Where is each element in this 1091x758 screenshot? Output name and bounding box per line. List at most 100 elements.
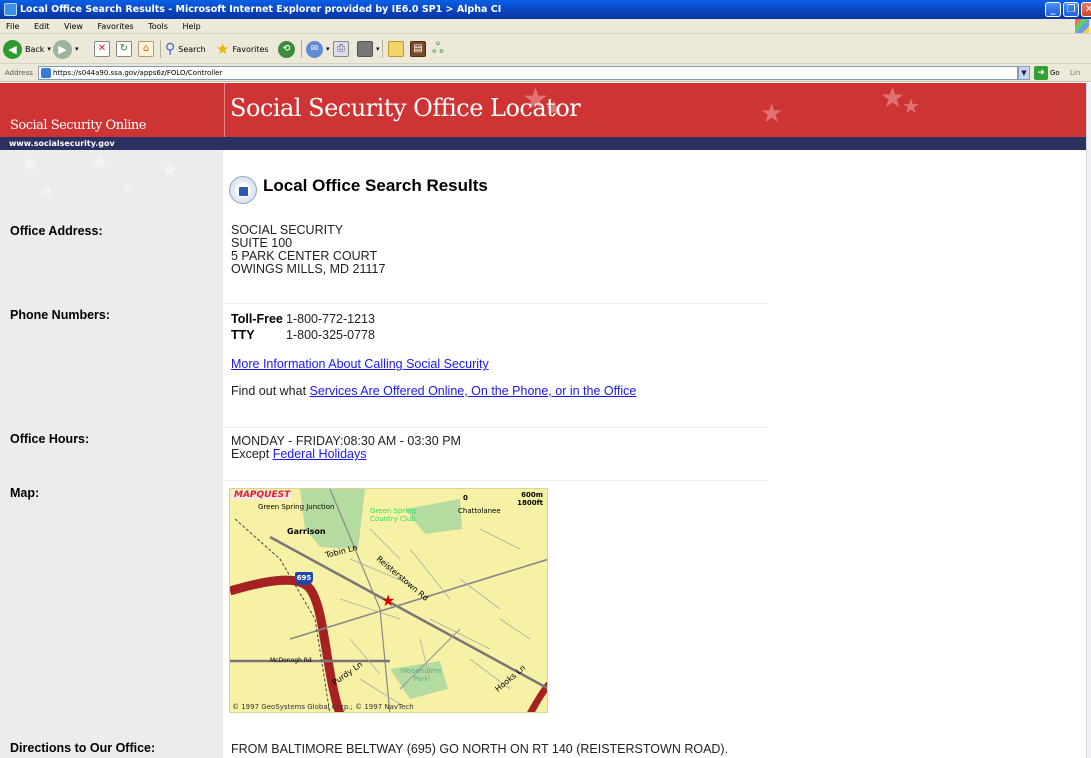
close-button[interactable]: ✕ [1081, 2, 1091, 17]
menu-tools[interactable]: Tools [148, 22, 168, 31]
federal-holidays-link[interactable]: Federal Holidays [273, 447, 367, 461]
office-hours-label: Office Hours: [10, 432, 90, 446]
address-label: Address [5, 69, 33, 77]
mail-dropdown-icon: ▾ [326, 45, 330, 53]
edit-icon [357, 41, 373, 57]
vertical-scrollbar[interactable] [1086, 83, 1091, 758]
history-button[interactable]: ⟲ [278, 39, 295, 59]
star-icon: ★ [20, 152, 40, 177]
office-address-label: Office Address: [10, 224, 103, 238]
home-icon: ⌂ [138, 41, 154, 57]
messenger-button[interactable]: ஃ [432, 39, 444, 59]
office-hours: MONDAY - FRIDAY:08:30 AM - 03:30 PM Exce… [231, 435, 461, 461]
star-icon: ★ [40, 181, 55, 200]
more-info-line: More Information About Calling Social Se… [231, 358, 636, 371]
star-icon: ★ [760, 99, 784, 129]
services-offered-link[interactable]: Services Are Offered Online, On the Phon… [310, 384, 637, 398]
page-banner-title: Social Security Office Locator [230, 94, 581, 122]
menu-help[interactable]: Help [182, 22, 200, 31]
mail-button[interactable]: ✉ ▾ [306, 39, 330, 59]
ie-icon [4, 3, 17, 16]
map-label-chattolanee: Chattolanee [458, 507, 501, 515]
toolbar-separator [382, 40, 383, 58]
minimize-button[interactable]: _ [1045, 2, 1061, 17]
map-scale: 600m 1800ft [517, 491, 543, 507]
messenger-icon: ஃ [432, 39, 444, 57]
map-scale-metric: 600m [521, 491, 543, 499]
row-divider [224, 303, 768, 304]
edit-dropdown-icon: ▾ [376, 45, 380, 53]
row-divider [224, 480, 768, 481]
map-label: Map: [10, 486, 40, 500]
back-dropdown-icon: ▾ [47, 45, 51, 53]
links-label[interactable]: Lin [1070, 64, 1080, 82]
search-label: Search [178, 44, 206, 54]
menu-view[interactable]: View [64, 22, 83, 31]
tty-row: TTY 1-800-325-0778 [231, 329, 636, 342]
office-location-star-icon: ★ [381, 591, 396, 610]
star-icon: ★ [160, 158, 180, 183]
window-title: Local Office Search Results - Microsoft … [20, 4, 502, 15]
go-label: Go [1050, 69, 1060, 77]
directions-text: FROM BALTIMORE BELTWAY (695) GO NORTH ON… [231, 742, 729, 756]
go-arrow-icon: ➜ [1034, 66, 1048, 80]
menu-favorites[interactable]: Favorites [98, 22, 134, 31]
except-prefix: Except [231, 447, 273, 461]
research-book-icon: ▤ [410, 41, 426, 57]
forward-arrow-icon: ▶ [53, 39, 72, 59]
menu-file[interactable]: File [6, 22, 19, 31]
tollfree-number: 1-800-772-1213 [286, 312, 375, 326]
address-bar: Address https://s044a90.ssa.gov/apps6z/F… [0, 64, 1091, 82]
interstate-695-shield-icon: 695 [295, 572, 313, 585]
print-icon: ⎙ [333, 41, 349, 57]
favorites-star-icon: ★ [216, 40, 230, 58]
research-button[interactable]: ▤ [410, 39, 426, 59]
address-line: OWINGS MILLS, MD 21117 [231, 262, 386, 276]
go-button[interactable]: ➜ Go [1034, 65, 1060, 81]
maximize-button[interactable]: ❐ [1063, 2, 1079, 17]
mapquest-logo: MAPQUEST [232, 490, 293, 500]
page-viewport: ★ ★ ★ ★ ★ Social Security Online Social … [0, 83, 1091, 758]
stop-button[interactable]: ✕ [94, 39, 110, 59]
forward-dropdown-icon: ▾ [75, 45, 79, 53]
ssa-banner: ★ ★ ★ ★ ★ Social Security Online Social … [0, 83, 1086, 150]
map-label-green-spring-cc: Green Spring Country Club [370, 507, 417, 523]
banner-divider [224, 83, 225, 137]
more-info-calling-link[interactable]: More Information About Calling Social Se… [231, 357, 489, 371]
forward-button[interactable]: ▶ ▾ [53, 39, 79, 59]
print-button[interactable]: ⎙ [333, 39, 349, 59]
search-button[interactable]: ⚲ Search [165, 39, 206, 59]
site-name-link[interactable]: Social Security Online [10, 118, 146, 133]
back-button[interactable]: ◀ Back ▾ [3, 39, 51, 59]
address-dropdown-button[interactable]: ▼ [1018, 66, 1030, 80]
phone-numbers: Toll-Free 1-800-772-1213 TTY 1-800-325-0… [231, 313, 636, 398]
ssa-seal-icon [229, 176, 257, 204]
banner-navy-strip [0, 137, 1086, 150]
tty-number: 1-800-325-0778 [286, 328, 375, 342]
menu-edit[interactable]: Edit [34, 22, 50, 31]
map-label-green-spring-junction: Green Spring Junction [258, 503, 335, 511]
office-address: SOCIAL SECURITY SUITE 100 5 PARK CENTER … [231, 224, 385, 276]
directions-label: Directions to Our Office: [10, 741, 156, 755]
address-input[interactable]: https://s044a90.ssa.gov/apps6z/FOLO/Cont… [38, 66, 1018, 80]
folder-icon [388, 41, 404, 57]
map-label-woodholme: Woodholme Park [400, 667, 442, 683]
services-line: Find out what Services Are Offered Onlin… [231, 385, 636, 398]
office-map[interactable]: MAPQUEST 0 600m 1800ft Green Spring Junc… [229, 488, 548, 713]
windows-logo-icon [1075, 19, 1089, 33]
refresh-button[interactable]: ↻ [116, 39, 132, 59]
map-scale-imperial: 1800ft [517, 499, 543, 507]
favorites-button[interactable]: ★ Favorites [216, 39, 269, 59]
left-label-column: ★ ★ ★ ★ ★ [0, 150, 223, 758]
window-titlebar: Local Office Search Results - Microsoft … [0, 0, 1091, 19]
folder-button[interactable] [388, 39, 404, 59]
address-url: https://s044a90.ssa.gov/apps6z/FOLO/Cont… [53, 69, 223, 77]
map-copyright: © 1997 GeoSystems Global Corp.; © 1997 N… [232, 703, 414, 711]
edit-button[interactable]: ▾ [357, 39, 380, 59]
home-button[interactable]: ⌂ [138, 39, 154, 59]
search-icon: ⚲ [165, 41, 176, 57]
row-divider [224, 427, 768, 428]
star-icon: ★ [902, 94, 920, 118]
site-url: www.socialsecurity.gov [9, 139, 115, 148]
map-label-garrison: Garrison [287, 527, 326, 536]
